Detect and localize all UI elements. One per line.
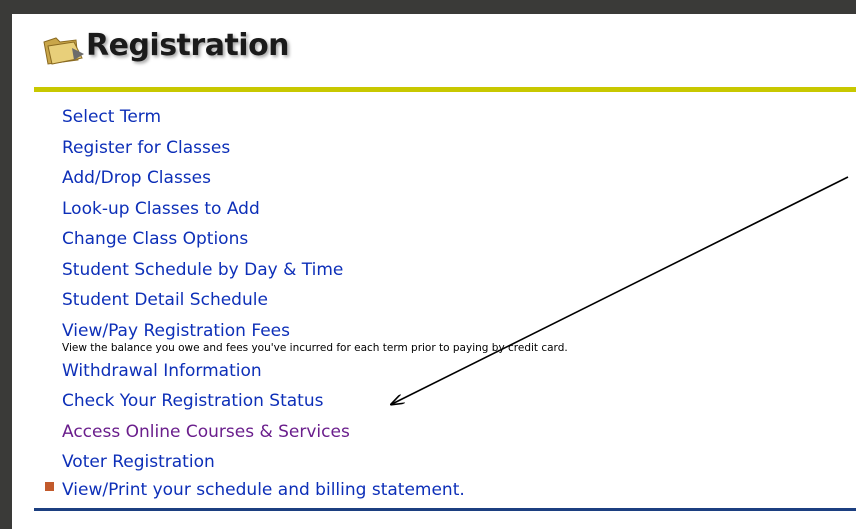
menu-item: Register for Classes bbox=[62, 133, 852, 164]
check-registration-status-link[interactable]: Check Your Registration Status bbox=[62, 386, 852, 417]
menu-item-description: View the balance you owe and fees you've… bbox=[62, 341, 568, 354]
page-header: Registration bbox=[12, 14, 856, 88]
menu-item: Access Online Courses & Services bbox=[62, 417, 852, 448]
print-schedule-link[interactable]: View/Print your schedule and billing sta… bbox=[62, 480, 465, 500]
screenshot-frame: Registration Select Term Register for Cl… bbox=[0, 0, 856, 529]
voter-registration-link[interactable]: Voter Registration bbox=[62, 447, 852, 478]
menu-item: Change Class Options bbox=[62, 224, 852, 255]
menu-item: Withdrawal Information bbox=[62, 356, 852, 387]
menu-item: Add/Drop Classes bbox=[62, 163, 852, 194]
view-pay-fees-link[interactable]: View/Pay Registration Fees bbox=[62, 320, 852, 342]
schedule-by-day-time-link[interactable]: Student Schedule by Day & Time bbox=[62, 255, 852, 286]
page-title: Registration bbox=[86, 28, 290, 63]
menu-item: Check Your Registration Status bbox=[62, 386, 852, 417]
square-bullet-icon bbox=[45, 481, 54, 491]
menu-item: Look-up Classes to Add bbox=[62, 194, 852, 225]
menu-item: Student Detail Schedule bbox=[62, 285, 852, 316]
footer-divider bbox=[34, 508, 856, 511]
change-class-options-link[interactable]: Change Class Options bbox=[62, 224, 852, 255]
menu-item: Student Schedule by Day & Time bbox=[62, 255, 852, 286]
folder-icon bbox=[43, 37, 84, 65]
withdrawal-info-link[interactable]: Withdrawal Information bbox=[62, 356, 852, 387]
look-up-classes-link[interactable]: Look-up Classes to Add bbox=[62, 194, 852, 225]
menu-item: Voter Registration bbox=[62, 447, 852, 478]
select-term-link[interactable]: Select Term bbox=[62, 102, 852, 133]
menu-item: View/Pay Registration Fees View the bala… bbox=[62, 320, 852, 355]
detail-schedule-link[interactable]: Student Detail Schedule bbox=[62, 285, 852, 316]
menu-item: Select Term bbox=[62, 102, 852, 133]
register-for-classes-link[interactable]: Register for Classes bbox=[62, 133, 852, 164]
registration-panel: Registration Select Term Register for Cl… bbox=[12, 14, 856, 529]
header-divider bbox=[34, 87, 856, 92]
print-schedule-row: View/Print your schedule and billing sta… bbox=[45, 475, 465, 505]
registration-menu: Select Term Register for Classes Add/Dro… bbox=[62, 102, 852, 478]
online-courses-link[interactable]: Access Online Courses & Services bbox=[62, 417, 852, 448]
add-drop-classes-link[interactable]: Add/Drop Classes bbox=[62, 163, 852, 194]
